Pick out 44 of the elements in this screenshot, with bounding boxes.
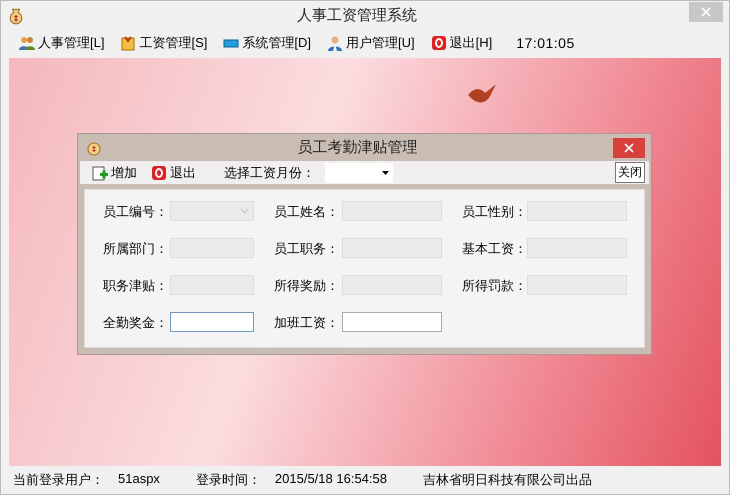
status-label: 当前登录用户：: [13, 471, 104, 489]
close-icon: [701, 6, 711, 16]
people-icon: [19, 35, 35, 51]
menu-item[interactable]: 退出[H]: [424, 32, 498, 54]
power-icon: [430, 35, 447, 51]
close-button[interactable]: [613, 138, 645, 158]
input-field[interactable]: [170, 312, 254, 332]
status-value: 51aspx: [118, 471, 160, 488]
field-label: 员工编号：: [103, 203, 169, 221]
status-label: 登录时间：: [196, 471, 261, 489]
toolbar-button[interactable]: 增加: [90, 162, 145, 184]
tag-icon: [120, 35, 136, 51]
close-icon: [624, 142, 634, 152]
window-title: 人事工资管理系统: [296, 6, 418, 25]
input-field[interactable]: [342, 312, 442, 332]
field-label: 员工职务：: [273, 240, 340, 258]
tooltip: 关闭: [615, 162, 645, 183]
field-label: 全勤奖金：: [103, 314, 169, 332]
power-icon: [151, 164, 167, 180]
clock-text: 17:01:05: [516, 35, 575, 51]
chevron-icon: [240, 208, 249, 214]
money-bag-icon: [7, 6, 25, 24]
field-label: 员工姓名：: [273, 203, 340, 221]
add-document-icon: [92, 164, 108, 180]
money-bag-icon: [86, 140, 102, 156]
menu-item[interactable]: 工资管理[S]: [114, 32, 214, 54]
dialog-title: 员工考勤津贴管理: [296, 138, 418, 157]
field-label: 加班工资：: [273, 314, 340, 332]
menu-item[interactable]: 系统管理[D]: [217, 32, 317, 54]
month-dropdown[interactable]: [325, 162, 393, 182]
field-label: 员工性别：: [461, 203, 527, 221]
field-label: 所属部门：: [103, 240, 169, 258]
dropdown-arrow-icon: [382, 170, 389, 174]
field-label: 职务津贴：: [103, 277, 169, 295]
status-value: 2015/5/18 16:54:58: [274, 471, 387, 488]
field-label: 基本工资：: [461, 240, 527, 258]
menu-item[interactable]: 人事管理[L]: [13, 32, 110, 54]
field-label: 所得奖励：: [273, 277, 340, 295]
field-label: 所得罚款：: [461, 277, 527, 295]
status-label: 吉林省明日科技有限公司出品: [422, 471, 592, 489]
month-label: 选择工资月份：: [224, 164, 315, 182]
user-icon: [327, 35, 343, 51]
menu-item[interactable]: 用户管理[U]: [321, 32, 421, 54]
toolbar-button[interactable]: 退出: [149, 162, 204, 184]
